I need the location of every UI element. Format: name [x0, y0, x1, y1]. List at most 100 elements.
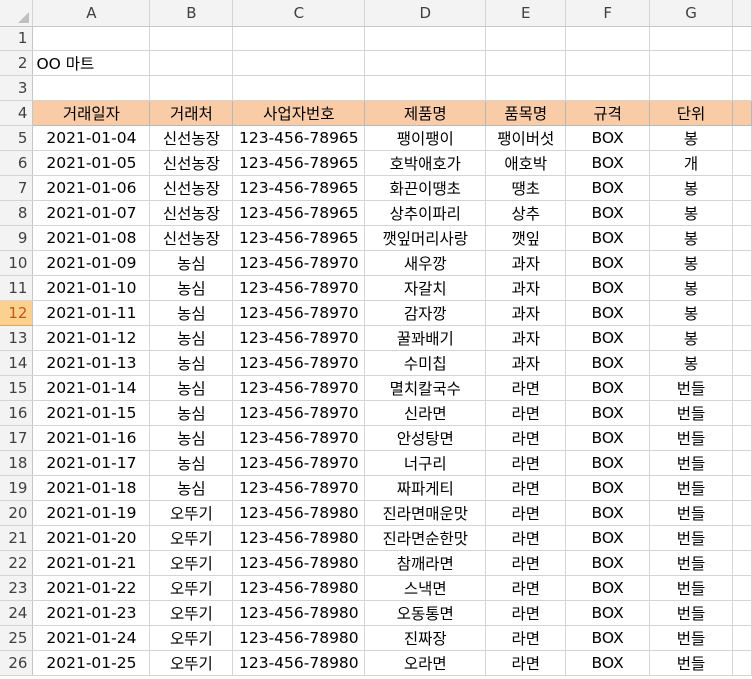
cell-date[interactable]: 2021-01-23	[32, 600, 151, 626]
cell-unit[interactable]: 번들	[649, 525, 733, 551]
cell-vendor[interactable]: 농심	[149, 350, 234, 376]
header-cell-business-number[interactable]: 사업자번호	[232, 100, 366, 126]
row-header[interactable]: 5	[0, 125, 34, 151]
row-header[interactable]: 25	[0, 625, 34, 651]
cell-date[interactable]: 2021-01-12	[32, 325, 151, 351]
cell-spec[interactable]: BOX	[565, 500, 651, 526]
cell-item[interactable]: 과자	[485, 250, 567, 276]
cell-product[interactable]: 진짜장	[364, 625, 487, 651]
cell-product[interactable]: 호박애호가	[364, 150, 487, 176]
cell-business-number[interactable]: 123-456-78970	[232, 400, 366, 426]
cell-item[interactable]: 라면	[485, 600, 567, 626]
cell-product[interactable]: 화끈이땡초	[364, 175, 487, 201]
cell[interactable]	[364, 50, 487, 76]
row-header[interactable]: 15	[0, 375, 34, 401]
header-cell-product[interactable]: 제품명	[364, 100, 487, 126]
cell-product[interactable]: 신라면	[364, 400, 487, 426]
column-header-f[interactable]: F	[565, 0, 651, 27]
cell[interactable]	[649, 50, 733, 76]
sheet-title-cell[interactable]: OO 마트	[32, 50, 151, 76]
cell-spec[interactable]: BOX	[565, 600, 651, 626]
cell-product[interactable]: 진라면순한맛	[364, 525, 487, 551]
cell-business-number[interactable]: 123-456-78965	[232, 200, 366, 226]
cell-vendor[interactable]: 신선농장	[149, 175, 234, 201]
cell-vendor[interactable]: 오뚜기	[149, 600, 234, 626]
cell-unit[interactable]: 봉	[649, 300, 733, 326]
cell-business-number[interactable]: 123-456-78970	[232, 425, 366, 451]
cell-spec[interactable]: BOX	[565, 625, 651, 651]
cell-business-number[interactable]: 123-456-78980	[232, 650, 366, 676]
cell[interactable]	[649, 26, 733, 51]
cell-spec[interactable]: BOX	[565, 575, 651, 601]
cell-date[interactable]: 2021-01-16	[32, 425, 151, 451]
column-header-e[interactable]: E	[485, 0, 567, 27]
cell-unit[interactable]: 번들	[649, 375, 733, 401]
row-header[interactable]: 24	[0, 600, 34, 626]
cell-business-number[interactable]: 123-456-78965	[232, 175, 366, 201]
cell-vendor[interactable]: 농심	[149, 250, 234, 276]
cell-item[interactable]: 과자	[485, 350, 567, 376]
cell[interactable]	[732, 600, 752, 626]
cell-vendor[interactable]: 오뚜기	[149, 500, 234, 526]
cell-item[interactable]: 라면	[485, 525, 567, 551]
cell[interactable]	[485, 26, 567, 51]
cell-product[interactable]: 팽이팽이	[364, 125, 487, 151]
cell-vendor[interactable]: 신선농장	[149, 125, 234, 151]
cell[interactable]	[732, 50, 752, 76]
cell[interactable]	[565, 50, 651, 76]
row-header[interactable]: 17	[0, 425, 34, 451]
cell-product[interactable]: 너구리	[364, 450, 487, 476]
cell-item[interactable]: 과자	[485, 275, 567, 301]
row-header[interactable]: 10	[0, 250, 34, 276]
cell-product[interactable]: 참깨라면	[364, 550, 487, 576]
cell[interactable]	[732, 175, 752, 201]
cell-unit[interactable]: 봉	[649, 200, 733, 226]
cell[interactable]	[485, 50, 567, 76]
cell-unit[interactable]: 번들	[649, 425, 733, 451]
header-cell-item[interactable]: 품목명	[485, 100, 567, 126]
row-header[interactable]: 8	[0, 200, 34, 226]
cell-unit[interactable]: 봉	[649, 175, 733, 201]
row-header[interactable]: 14	[0, 350, 34, 376]
cell-vendor[interactable]: 신선농장	[149, 200, 234, 226]
cell-unit[interactable]: 번들	[649, 400, 733, 426]
row-header[interactable]: 1	[0, 26, 34, 51]
cell-spec[interactable]: BOX	[565, 475, 651, 501]
cell-vendor[interactable]: 농심	[149, 425, 234, 451]
cell-product[interactable]: 멸치칼국수	[364, 375, 487, 401]
cell-vendor[interactable]: 오뚜기	[149, 525, 234, 551]
cell-unit[interactable]: 봉	[649, 225, 733, 251]
cell-item[interactable]: 라면	[485, 575, 567, 601]
cell[interactable]	[149, 26, 234, 51]
column-header-c[interactable]: C	[232, 0, 366, 27]
cell[interactable]	[732, 550, 752, 576]
cell-business-number[interactable]: 123-456-78970	[232, 350, 366, 376]
row-header[interactable]: 7	[0, 175, 34, 201]
cell[interactable]	[732, 325, 752, 351]
cell[interactable]	[232, 75, 366, 101]
cell-item[interactable]: 땡초	[485, 175, 567, 201]
cell-date[interactable]: 2021-01-24	[32, 625, 151, 651]
cell-unit[interactable]: 봉	[649, 250, 733, 276]
cell-unit[interactable]: 번들	[649, 475, 733, 501]
cell[interactable]	[732, 350, 752, 376]
cell-business-number[interactable]: 123-456-78980	[232, 525, 366, 551]
cell-date[interactable]: 2021-01-19	[32, 500, 151, 526]
cell-spec[interactable]: BOX	[565, 275, 651, 301]
cell-business-number[interactable]: 123-456-78980	[232, 575, 366, 601]
cell-unit[interactable]: 번들	[649, 625, 733, 651]
row-header[interactable]: 11	[0, 275, 34, 301]
cell[interactable]	[732, 200, 752, 226]
cell-product[interactable]: 자갈치	[364, 275, 487, 301]
cell-vendor[interactable]: 오뚜기	[149, 575, 234, 601]
cell-date[interactable]: 2021-01-21	[32, 550, 151, 576]
cell[interactable]	[485, 75, 567, 101]
cell[interactable]	[732, 125, 752, 151]
cell-item[interactable]: 라면	[485, 375, 567, 401]
cell[interactable]	[732, 225, 752, 251]
cell-product[interactable]: 감자깡	[364, 300, 487, 326]
row-header[interactable]: 21	[0, 525, 34, 551]
header-cell-overflow[interactable]	[732, 100, 752, 126]
cell-unit[interactable]: 봉	[649, 275, 733, 301]
row-header[interactable]: 9	[0, 225, 34, 251]
